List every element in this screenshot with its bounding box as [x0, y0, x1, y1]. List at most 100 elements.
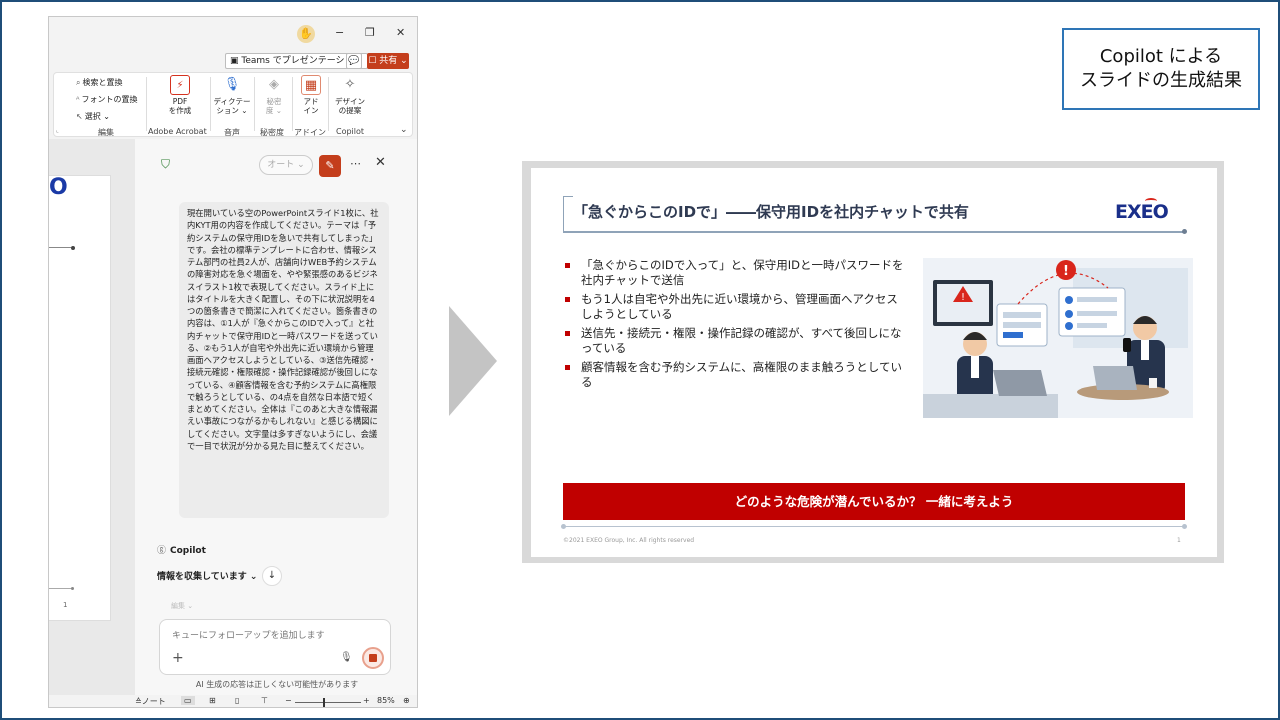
- edit-faded-text: 編集: [171, 602, 185, 610]
- dialog-launcher-icon[interactable]: ⌞: [56, 127, 59, 134]
- share-button[interactable]: ☐ 共有 ⌄: [367, 53, 409, 69]
- ribbon-separator: [254, 77, 255, 131]
- user-avatar[interactable]: ✋: [297, 25, 315, 43]
- search-replace-button[interactable]: ⌕ 検索と置換: [76, 77, 122, 88]
- select-label: 選択: [84, 112, 101, 121]
- dictate-label-2-wrap: ション ⌄: [216, 106, 248, 115]
- mode-dropdown[interactable]: オート ⌄: [259, 155, 313, 175]
- slide-canvas[interactable]: [49, 175, 111, 621]
- title-underline-dot: [1182, 229, 1187, 234]
- voice-group-label: 音声: [224, 128, 240, 137]
- font-replace-button[interactable]: ᴬ フォントの置換: [76, 94, 137, 105]
- notes-button[interactable]: ≙ノート: [135, 696, 166, 707]
- create-pdf-button[interactable]: ⚡ PDF を作成: [160, 75, 200, 115]
- slideshow-icon[interactable]: ⊤: [261, 696, 268, 705]
- dictate-label-1: ディクテー: [213, 97, 251, 106]
- sensitivity-label-2-wrap: 度 ⌄: [265, 106, 283, 115]
- dictate-button[interactable]: 🎙 ディクテー ション ⌄: [212, 75, 252, 115]
- slide-logo-fragment: O: [49, 175, 68, 200]
- smartphone: [1123, 338, 1131, 352]
- slide-page-number: 1: [63, 601, 68, 609]
- caption-box: Copilot による スライドの生成結果: [1062, 28, 1260, 110]
- reading-view-icon[interactable]: ▯: [235, 696, 239, 705]
- sensitivity-label-2: 度: [265, 106, 274, 115]
- bullet-item: 顧客情報を含む予約システムに、高権限のまま触ろうとしている: [565, 360, 905, 390]
- followup-placeholder: キューにフォローアップを追加します: [172, 631, 325, 641]
- illustration-svg: ! !: [923, 258, 1193, 418]
- bullet-item: 送信先・接続元・権限・操作記録の確認が、すべて後回しになっている: [565, 326, 905, 356]
- generated-slide: 「急ぐからこのIDで」――保守用IDを社内チャットで共有 EXEO 「急ぐからこ…: [531, 168, 1217, 557]
- teams-label: Teams でプレゼンテーション: [241, 56, 363, 66]
- copilot-icon: ⓖ: [157, 546, 167, 556]
- ribbon-collapse-icon[interactable]: ⌄: [400, 125, 408, 135]
- ribbon: ⌕ 検索と置換 ᴬ フォントの置換 ↖ 選択 ⌄ 編集 ⌞ ⚡ PDF を作成 Ado…: [53, 72, 413, 137]
- ribbon-separator: [210, 77, 211, 131]
- search-replace-label: 検索と置換: [82, 78, 123, 87]
- caption-line-1: Copilot による: [1099, 46, 1223, 67]
- addins-group-label: アドイン: [294, 128, 326, 137]
- designer-label-2: の提案: [338, 106, 362, 115]
- title-underline: [563, 231, 1185, 233]
- addins-button[interactable]: ▦ アド イン: [294, 75, 328, 115]
- slide-workspace: O 1: [49, 139, 135, 695]
- status-bar: ≙ノート ▭ ⊞ ▯ ⊤ − + 85% ⊕: [49, 695, 417, 707]
- pdf-icon: ⚡: [170, 75, 190, 95]
- powerpoint-window: ✋ − ❐ ✕ ▣ Teams でプレゼンテーション 💬 ☐ 共有 ⌄ ⌕ 検索と…: [48, 16, 418, 708]
- font-replace-label: フォントの置換: [81, 95, 138, 104]
- edit-group-label: 編集: [98, 128, 114, 137]
- comment-button[interactable]: 💬: [346, 53, 362, 69]
- adobe-group-label: Adobe Acrobat: [148, 127, 207, 136]
- logo-swoosh: [1145, 198, 1157, 204]
- title-bar: ✋ − ❐ ✕: [49, 17, 417, 51]
- pdf-label-2: を作成: [168, 106, 192, 115]
- share-label: 共有: [379, 56, 398, 66]
- notes-label: ノート: [141, 697, 166, 706]
- scroll-down-button[interactable]: ↓: [262, 566, 282, 586]
- plus-icon[interactable]: +: [172, 650, 184, 666]
- more-options-icon[interactable]: ⋯: [350, 157, 361, 170]
- slide-title: 「急ぐからこのIDで」――保守用IDを社内チャットで共有: [573, 203, 969, 221]
- footer-dot-left: [561, 524, 566, 529]
- arrow-down-icon: ↓: [267, 570, 277, 581]
- ribbon-separator: [328, 77, 329, 131]
- sensitivity-button[interactable]: ◈ 秘密 度 ⌄: [256, 75, 292, 115]
- slide-title-area: 「急ぐからこのIDで」――保守用IDを社内チャットで共有: [563, 196, 1187, 234]
- dictate-label-2: ション: [216, 106, 239, 115]
- bullet-list: 「急ぐからこのIDで入って」と、保守用IDと一時パスワードを社内チャットで送信 …: [565, 258, 905, 394]
- close-pane-icon[interactable]: ✕: [375, 155, 386, 170]
- slide-title-dot: [71, 246, 75, 250]
- shield-icon: ⛉: [161, 157, 171, 171]
- followup-input[interactable]: キューにフォローアップを追加します + 🎙: [159, 619, 391, 675]
- zoom-out-button[interactable]: −: [285, 696, 292, 705]
- sensitivity-label-1: 秘密: [266, 97, 282, 106]
- svg-text:!: !: [961, 292, 965, 303]
- ribbon-separator: [292, 77, 293, 131]
- slide-sorter-icon[interactable]: ⊞: [209, 696, 216, 705]
- title-bracket: [563, 196, 573, 232]
- user-prompt-bubble: 現在開いている空のPowerPointスライド1枚に、社内KYT用の内容を作成し…: [179, 202, 389, 518]
- zoom-slider-thumb[interactable]: [323, 698, 325, 707]
- designer-button[interactable]: ✧ デザイン の提案: [330, 75, 370, 115]
- stop-generation-button[interactable]: [362, 647, 384, 669]
- footer-dot-right: [1182, 524, 1187, 529]
- zoom-level[interactable]: 85%: [377, 696, 395, 705]
- close-window-button[interactable]: ✕: [396, 26, 405, 39]
- coffee-cup: [1149, 378, 1157, 388]
- zoom-in-button[interactable]: +: [363, 696, 370, 705]
- microphone-icon[interactable]: 🎙: [340, 652, 353, 663]
- fit-slide-icon[interactable]: ⊕: [403, 696, 410, 705]
- normal-view-icon[interactable]: ▭: [181, 696, 195, 705]
- cursor-icon: ↖: [76, 112, 83, 121]
- restore-button[interactable]: ❐: [365, 26, 375, 39]
- copilot-group-label: Copilot: [336, 127, 365, 136]
- addins-icon: ▦: [301, 75, 321, 95]
- pdf-label-1: PDF: [172, 97, 188, 106]
- right-laptop: [1093, 366, 1137, 390]
- zoom-slider[interactable]: [295, 702, 361, 703]
- new-chat-button[interactable]: ✎: [319, 155, 341, 177]
- compose-icon: ✎: [325, 159, 335, 172]
- minimize-button[interactable]: −: [335, 26, 344, 39]
- collecting-status[interactable]: 情報を収集しています ⌄: [157, 569, 257, 582]
- collecting-label: 情報を収集しています: [157, 572, 247, 582]
- select-button[interactable]: ↖ 選択 ⌄: [76, 111, 110, 122]
